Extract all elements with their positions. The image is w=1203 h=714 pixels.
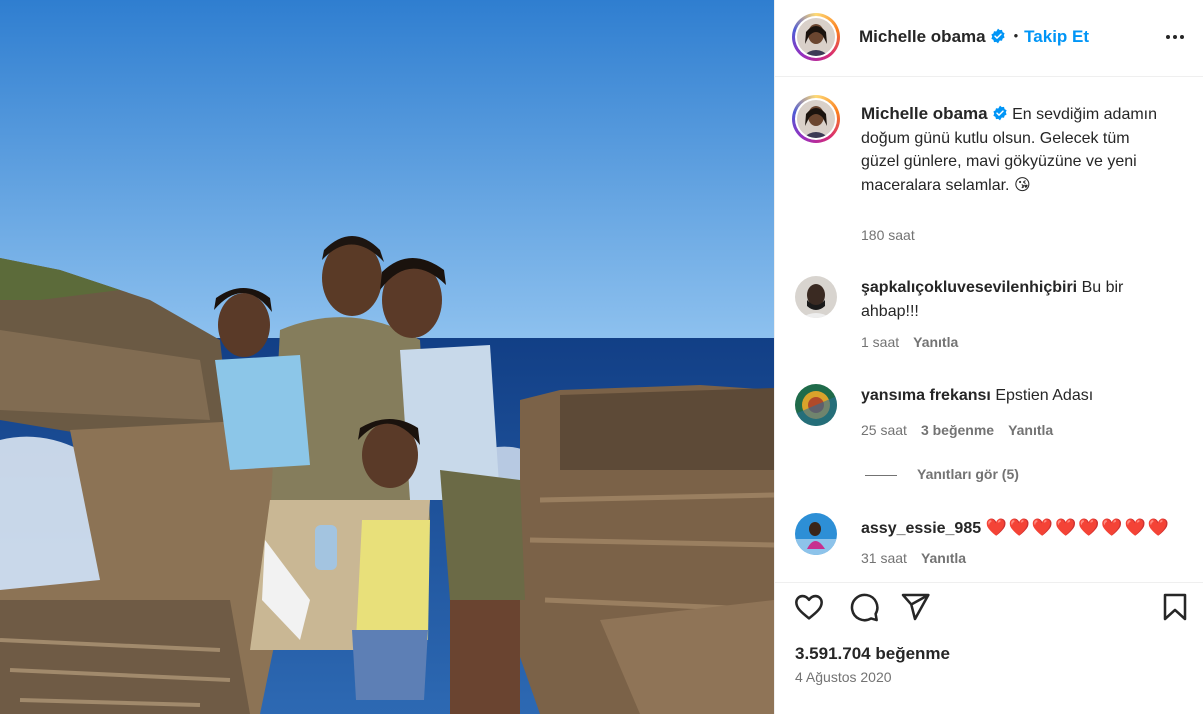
comments-section[interactable]: Michelle obama En sevdiğim adamın doğum … [775, 78, 1203, 582]
commenter-username[interactable]: yansıma frekansı [861, 387, 991, 404]
likes-count[interactable]: 3.591.704 beğenme [795, 644, 950, 664]
caption-avatar[interactable] [792, 95, 840, 143]
post-photo[interactable] [0, 0, 774, 714]
comment-likes[interactable]: 3 beğenme [921, 422, 994, 438]
view-replies-button[interactable]: Yanıtları gör (5) [865, 466, 1019, 482]
caption-username[interactable]: Michelle obama [861, 104, 988, 123]
commenter-avatar[interactable] [795, 276, 837, 318]
view-replies-label: Yanıtları gör (5) [917, 466, 1019, 482]
author-username[interactable]: Michelle obama [859, 27, 986, 46]
comment-body: ❤️❤️❤️❤️❤️❤️❤️❤️ [985, 518, 1171, 537]
comment-meta: 31 saat Yanıtla [861, 550, 980, 566]
commenter-avatar[interactable] [795, 384, 837, 426]
comment-meta: 1 saat Yanıtla [861, 334, 972, 350]
caption-timestamp: 180 saat [861, 227, 915, 243]
separator-dot: • [1013, 28, 1019, 43]
verified-badge-icon [993, 105, 1007, 121]
follow-button[interactable]: Takip Et [1024, 27, 1089, 46]
more-icon[interactable] [1164, 28, 1186, 48]
comment-time: 1 saat [861, 334, 900, 350]
reply-button[interactable]: Yanıtla [1008, 422, 1053, 438]
commenter-username[interactable]: şapkalıçokluvesevilenhiçbiri [861, 279, 1077, 296]
comment-time: 31 saat [861, 550, 907, 566]
share-icon[interactable] [899, 591, 931, 623]
commenter-avatar[interactable] [795, 513, 837, 555]
verified-badge-icon [991, 28, 1005, 44]
avatar[interactable] [792, 13, 840, 61]
comment-text: yansıma frekansı Epstien Adası [861, 384, 1171, 408]
comment-icon[interactable] [848, 591, 880, 623]
reply-button[interactable]: Yanıtla [921, 550, 966, 566]
comment-time: 25 saat [861, 422, 907, 438]
post-sidebar: Michelle obama • Takip Et Michelle obama E… [774, 0, 1203, 714]
caption-text: Michelle obama En sevdiğim adamın doğum … [861, 102, 1161, 197]
post-actions: 3.591.704 beğenme 4 Ağustos 2020 [775, 582, 1203, 714]
reply-button[interactable]: Yanıtla [913, 334, 958, 350]
comment-meta: 25 saat 3 beğenme Yanıtla [861, 422, 1067, 438]
post-author: Michelle obama • Takip Et [859, 27, 1089, 47]
heart-icon[interactable] [793, 591, 825, 623]
comment-text: assy_essie_985 ❤️❤️❤️❤️❤️❤️❤️❤️ [861, 516, 1191, 541]
replies-divider [865, 474, 897, 476]
bookmark-icon[interactable] [1159, 591, 1191, 623]
post-header: Michelle obama • Takip Et [775, 0, 1203, 77]
commenter-username[interactable]: assy_essie_985 [861, 520, 981, 537]
comment-text: şapkalıçokluvesevilenhiçbiri Bu bir ahba… [861, 276, 1171, 323]
post-date[interactable]: 4 Ağustos 2020 [795, 669, 892, 685]
comment-body: Epstien Adası [995, 387, 1094, 404]
